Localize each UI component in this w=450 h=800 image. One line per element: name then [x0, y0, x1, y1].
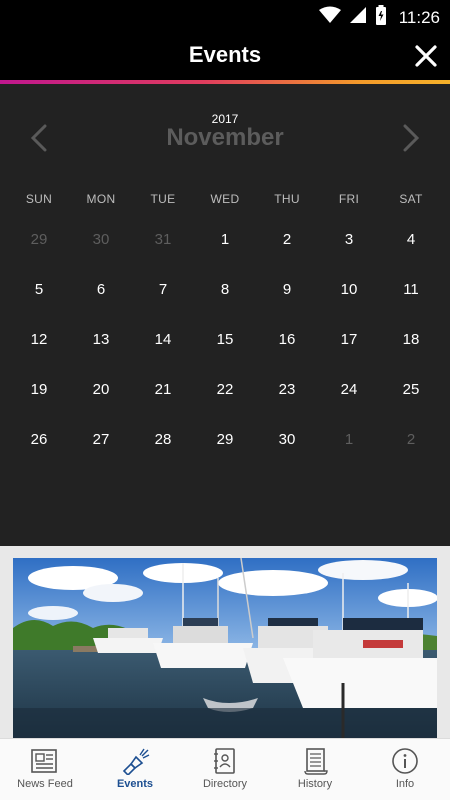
nav-item-events[interactable]: Events [90, 739, 180, 800]
calendar: 2017 November SUN MON TUE WED THU FRI SAT 29 30… [0, 84, 450, 546]
weekday-header: SUN MON TUE WED THU FRI SAT [8, 192, 442, 206]
calendar-day[interactable]: 3 [318, 214, 380, 264]
close-button[interactable] [412, 42, 440, 70]
status-bar: 11:26 [0, 0, 450, 32]
chevron-left-icon [30, 124, 47, 152]
calendar-day[interactable]: 15 [194, 314, 256, 364]
weekday-label: THU [274, 192, 300, 206]
close-icon [415, 45, 437, 67]
calendar-day[interactable]: 12 [8, 314, 70, 364]
calendar-day[interactable]: 20 [70, 364, 132, 414]
calendar-day[interactable]: 19 [8, 364, 70, 414]
calendar-day[interactable]: 25 [380, 364, 442, 414]
day-grid: 29 30 31 1 2 3 4 5 6 7 8 9 10 11 12 13 14 15 16 17 18 19 20 21 2… [8, 214, 442, 464]
calendar-day[interactable]: 16 [256, 314, 318, 364]
weekday-label: SAT [399, 192, 423, 206]
info-icon [390, 747, 420, 775]
nav-item-news-feed[interactable]: News Feed [0, 739, 90, 800]
weekday-label: MON [86, 192, 116, 206]
previous-month-button[interactable] [24, 120, 54, 156]
weekday-label: TUE [150, 192, 176, 206]
nav-label: History [297, 778, 333, 790]
calendar-day[interactable]: 1 [194, 214, 256, 264]
weekday-label: FRI [338, 192, 360, 206]
calendar-day-outside-month[interactable]: 31 [132, 214, 194, 264]
newspaper-icon [30, 747, 60, 775]
nav-item-history[interactable]: History [270, 739, 360, 800]
calendar-day[interactable]: 18 [380, 314, 442, 364]
calendar-day-outside-month[interactable]: 30 [70, 214, 132, 264]
calendar-day[interactable]: 24 [318, 364, 380, 414]
bottom-navigation: News Feed Events Directory History Info [0, 738, 450, 800]
calendar-day[interactable]: 13 [70, 314, 132, 364]
flashlight-icon [120, 747, 150, 775]
calendar-day[interactable]: 6 [70, 264, 132, 314]
calendar-day[interactable]: 8 [194, 264, 256, 314]
calendar-day[interactable]: 11 [380, 264, 442, 314]
calendar-day-outside-month[interactable]: 2 [380, 414, 442, 464]
calendar-day[interactable]: 23 [256, 364, 318, 414]
calendar-day[interactable]: 14 [132, 314, 194, 364]
marina-boats-photo[interactable] [13, 558, 437, 738]
address-book-icon [210, 747, 240, 775]
nav-label: Events [116, 778, 154, 790]
weekday-label: WED [210, 192, 240, 206]
page-title: Events [188, 42, 262, 67]
calendar-day[interactable]: 17 [318, 314, 380, 364]
calendar-day[interactable]: 29 [194, 414, 256, 464]
calendar-day[interactable]: 28 [132, 414, 194, 464]
calendar-day-outside-month[interactable]: 1 [318, 414, 380, 464]
nav-label: News Feed [17, 778, 73, 790]
calendar-day[interactable]: 30 [256, 414, 318, 464]
signal-icon [349, 6, 367, 29]
calendar-day-outside-month[interactable]: 29 [8, 214, 70, 264]
calendar-month: November [166, 124, 284, 151]
weekday-label: SUN [25, 192, 53, 206]
nav-label: Directory [202, 778, 247, 790]
event-image-area [0, 546, 450, 738]
scroll-icon [300, 747, 330, 775]
calendar-day[interactable]: 4 [380, 214, 442, 264]
nav-item-info[interactable]: Info [360, 739, 450, 800]
battery-icon [375, 5, 387, 30]
chevron-right-icon [403, 124, 420, 152]
calendar-day[interactable]: 22 [194, 364, 256, 414]
nav-label: Info [395, 778, 415, 790]
calendar-day[interactable]: 9 [256, 264, 318, 314]
calendar-day[interactable]: 21 [132, 364, 194, 414]
calendar-day[interactable]: 27 [70, 414, 132, 464]
status-time: 11:26 [398, 7, 440, 27]
calendar-day[interactable]: 7 [132, 264, 194, 314]
calendar-day[interactable]: 26 [8, 414, 70, 464]
wifi-icon [318, 6, 341, 29]
calendar-day[interactable]: 10 [318, 264, 380, 314]
nav-item-directory[interactable]: Directory [180, 739, 270, 800]
next-month-button[interactable] [396, 120, 426, 156]
status-icons: 11:26 [318, 5, 440, 30]
calendar-day[interactable]: 5 [8, 264, 70, 314]
app-bar: Events [0, 32, 450, 80]
calendar-day[interactable]: 2 [256, 214, 318, 264]
